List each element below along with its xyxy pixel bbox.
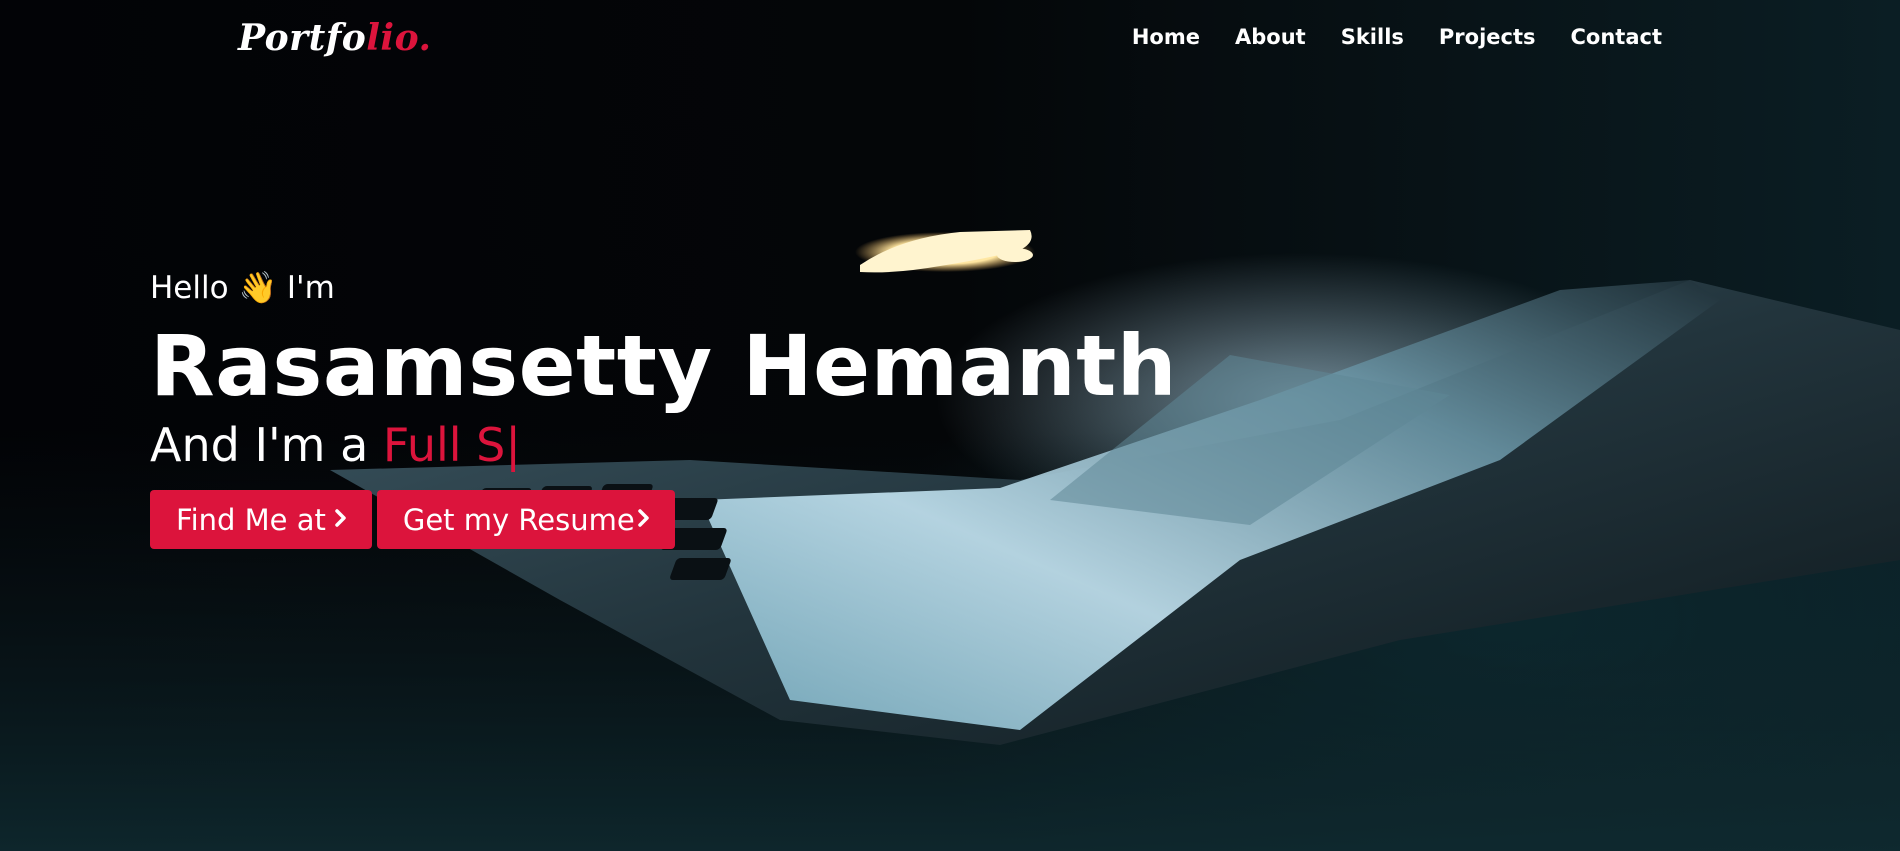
site-logo[interactable]: Portfolio.	[238, 14, 431, 62]
laptop-logo-glow	[855, 232, 1035, 272]
hero-section: Hello 👋 I'm Rasamsetty Hemanth And I'm a…	[150, 268, 1250, 549]
nav-link-skills[interactable]: Skills	[1341, 20, 1404, 54]
hero-buttons: Find Me at Get my Resume	[150, 490, 1250, 549]
logo-text-primary: Portfo	[238, 17, 367, 59]
logo-text-accent: lio.	[366, 17, 432, 59]
laptop-logo-dot	[997, 248, 1033, 262]
get-resume-button-label: Get my Resume	[402, 502, 635, 537]
hero-greeting: Hello 👋 I'm	[150, 268, 1250, 308]
nav-link-contact[interactable]: Contact	[1571, 20, 1663, 54]
typed-role-text: Full S	[382, 418, 506, 472]
chevron-right-icon	[637, 505, 651, 535]
hero-name: Rasamsetty Hemanth	[150, 317, 1178, 415]
greeting-hello: Hello	[150, 270, 229, 306]
get-resume-button[interactable]: Get my Resume	[376, 490, 675, 549]
greeting-im: I'm	[286, 270, 335, 306]
tagline-prefix: And I'm a	[150, 418, 369, 472]
nav-link-about[interactable]: About	[1235, 20, 1306, 54]
chevron-right-icon	[334, 505, 348, 535]
laptop-logo	[860, 230, 1032, 273]
navbar: Portfolio. Home About Skills Projects Co…	[0, 0, 1900, 76]
find-me-button-label: Find Me at	[176, 502, 326, 537]
find-me-button[interactable]: Find Me at	[150, 490, 372, 549]
hero-tagline: And I'm a Full S|	[150, 416, 1250, 474]
typing-cursor: |	[505, 418, 521, 472]
nav-link-home[interactable]: Home	[1132, 20, 1200, 54]
portfolio-page: Portfolio. Home About Skills Projects Co…	[0, 0, 1900, 851]
nav-links: Home About Skills Projects Contact	[1132, 20, 1662, 54]
waving-hand-icon: 👋	[238, 270, 278, 306]
nav-link-projects[interactable]: Projects	[1439, 20, 1536, 54]
